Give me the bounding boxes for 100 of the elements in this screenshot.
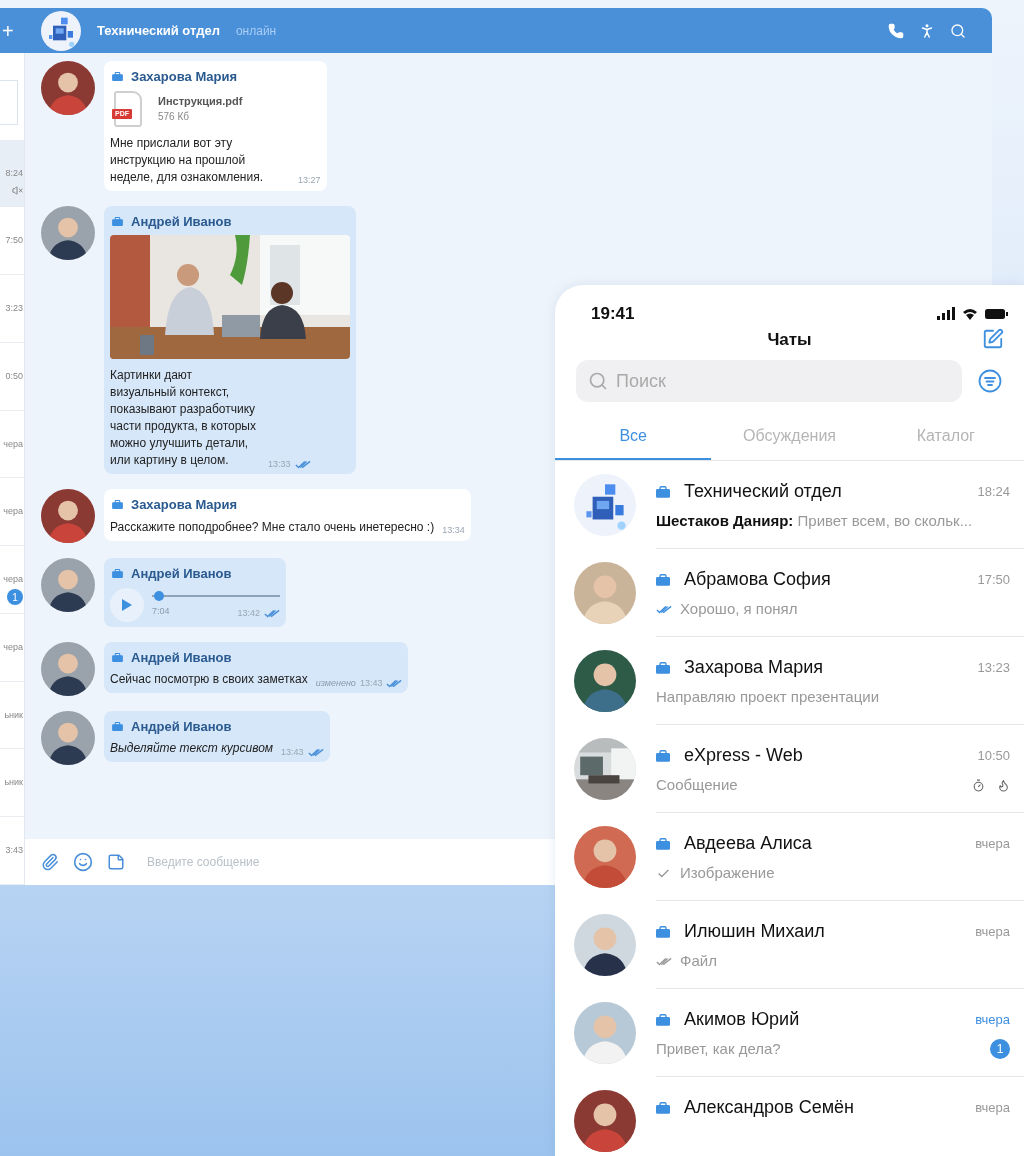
chat-time: 3:23 — [5, 303, 23, 315]
chat-time: 13:23 — [977, 658, 1010, 677]
briefcase-icon — [656, 485, 670, 498]
chat-list-item[interactable]: Александров Семён вчера — [555, 1077, 1024, 1156]
search-icon — [588, 371, 608, 391]
chat-name: Захарова Мария — [684, 656, 824, 679]
message-time: 13:27 — [298, 174, 321, 187]
chat-list-item[interactable]: Илюшин Михаил вчера Файл — [555, 901, 1024, 989]
chat-name: Илюшин Михаил — [684, 920, 825, 943]
battery-icon — [985, 308, 1008, 319]
chat-name: Акимов Юрий — [684, 1008, 800, 1031]
unread-badge: 1 — [7, 589, 23, 606]
briefcase-icon — [656, 1101, 670, 1114]
screen-title: Чаты — [767, 328, 812, 351]
chat-time: чера — [3, 506, 23, 518]
avatar — [41, 710, 95, 765]
message-input[interactable]: Введите сообщение — [147, 853, 447, 871]
search-field[interactable] — [0, 80, 18, 125]
paperclip-icon[interactable] — [41, 853, 59, 871]
sender-name[interactable]: Андрей Иванов — [131, 564, 232, 584]
avatar — [41, 61, 95, 115]
search-field[interactable]: Поиск — [576, 360, 962, 402]
briefcase-icon — [112, 216, 123, 226]
chat-name: Технический отдел — [684, 480, 842, 503]
chat-list-item[interactable]: 8:24 — [0, 139, 24, 208]
search-icon[interactable] — [950, 22, 966, 39]
wifi-icon — [963, 307, 977, 320]
chat-time: чера — [3, 574, 23, 586]
smile-icon[interactable] — [73, 852, 93, 872]
briefcase-icon — [112, 652, 123, 662]
chat-list-item[interactable]: Захарова Мария 13:23 Направляю проект презентации — [555, 637, 1024, 725]
briefcase-icon — [112, 72, 123, 82]
chat-time: 7:50 — [5, 235, 23, 247]
chat-time: ьник — [4, 709, 23, 721]
briefcase-icon — [656, 661, 670, 674]
signal-icon — [937, 307, 955, 321]
message-text: Выделяйте текст курсивом — [110, 740, 274, 757]
message-time: 13:34 — [442, 524, 465, 537]
briefcase-icon — [656, 1013, 670, 1026]
avatar — [41, 205, 95, 260]
chat-time: 0:50 — [5, 370, 23, 382]
sender-name[interactable]: Захарова Мария — [131, 67, 238, 87]
chat-name: Абрамова София — [684, 568, 831, 591]
filter-icon[interactable] — [978, 369, 1002, 393]
briefcase-icon — [656, 925, 670, 938]
phone-icon[interactable] — [888, 22, 904, 39]
chat-list-item[interactable]: Абрамова София 17:50 Хорошо, я понял — [555, 549, 1024, 637]
cubes-avatar-drawing — [574, 474, 636, 536]
chat-time: 8:24 — [5, 167, 23, 179]
audio-thumb[interactable] — [153, 590, 164, 601]
sender-name[interactable]: Андрей Иванов — [131, 716, 232, 736]
avatar — [41, 558, 95, 612]
message-time: 13:43 — [281, 745, 304, 759]
chat-preview: Изображение — [680, 862, 775, 883]
play-icon — [122, 598, 132, 611]
sender-name[interactable]: Захарова Мария — [131, 495, 238, 515]
sticker-icon[interactable] — [107, 853, 125, 871]
chat-time: 17:50 — [977, 570, 1010, 589]
chat-time: чера — [3, 438, 23, 450]
message-time: 13:42 — [237, 606, 260, 620]
message-text: Мне прислали вот эту инструкцию на прошлой неделе, для ознакомления. — [110, 134, 264, 186]
chat-time: 3:43 — [5, 845, 23, 857]
chat-list-item[interactable]: Авдеева Алиса вчера Изображение — [555, 813, 1024, 901]
chat-time: ьник — [4, 777, 23, 789]
message-time: 13:43 — [359, 676, 383, 690]
add-button[interactable]: + — [0, 20, 25, 41]
cubes-avatar-drawing — [41, 10, 81, 51]
chat-time: вчера — [975, 1010, 1010, 1029]
message-time: 13:33 — [268, 457, 291, 471]
play-button[interactable] — [110, 587, 144, 622]
compose-icon[interactable] — [982, 328, 1004, 351]
chat-preview: Привет, как дела? — [656, 1038, 781, 1059]
message-text: Сейчас посмотрю в своих заметках — [110, 671, 308, 688]
sender-name[interactable]: Андрей Иванов — [131, 211, 232, 231]
audio-duration: 7:04 — [152, 604, 170, 618]
chat-name: Авдеева Алиса — [684, 832, 812, 855]
chat-list-item[interactable]: Технический отдел 18:24 Шестаков Данияр: Привет всем, во скольк... — [555, 461, 1024, 549]
chat-list-item[interactable]: eXpress - Web 10:50 Сообщение — [555, 725, 1024, 813]
sender-name[interactable]: Андрей Иванов — [131, 647, 232, 667]
chat-preview: Файл — [680, 950, 717, 971]
briefcase-icon — [656, 749, 670, 762]
chat-name: Александров Семён — [684, 1096, 854, 1119]
briefcase-icon — [112, 721, 123, 731]
chat-time: вчера — [975, 1098, 1010, 1117]
message-text: Картинки дают визуальный контекст, показывают разработчику части продукта, в которых можно улучшить детали, или картину в целом. — [110, 367, 257, 469]
avatar — [41, 641, 95, 696]
chat-time: 10:50 — [977, 746, 1010, 765]
tab[interactable]: Все — [555, 414, 712, 460]
chat-preview: Направляю проект презентации — [656, 686, 880, 707]
chat-preview: Шестаков Данияр: Привет всем, во скольк... — [656, 510, 973, 531]
briefcase-icon — [656, 837, 670, 850]
chat-name: eXpress - Web — [684, 744, 803, 767]
chat-time: вчера — [975, 834, 1010, 853]
chat-list-item[interactable]: Акимов Юрий вчера Привет, как дела? 1 — [555, 989, 1024, 1077]
flame-icon — [997, 778, 1010, 792]
chat-time: чера — [3, 641, 23, 653]
status-clock: 19:41 — [591, 303, 635, 325]
chat-time: 18:24 — [977, 482, 1010, 501]
file-name[interactable]: Инструкция.pdf — [158, 92, 243, 110]
timer-icon — [972, 778, 985, 792]
